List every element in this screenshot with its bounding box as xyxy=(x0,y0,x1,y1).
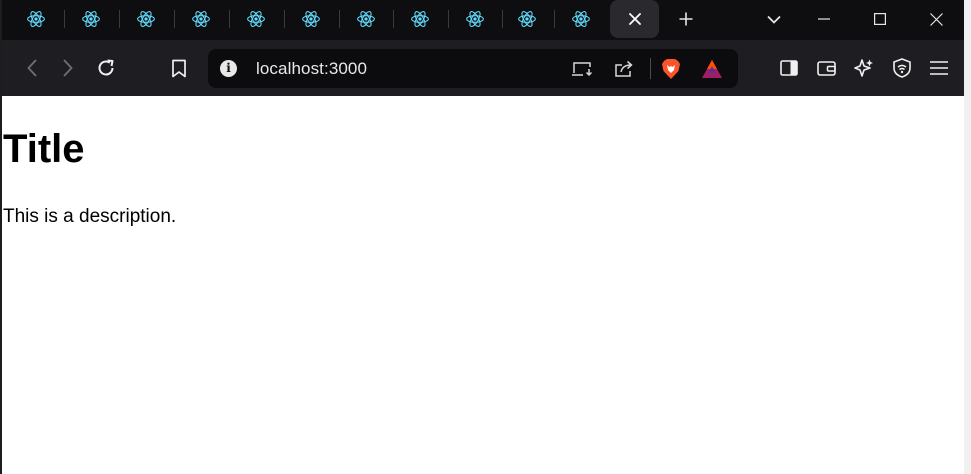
leo-ai-icon xyxy=(854,58,874,78)
tab-2[interactable] xyxy=(79,7,103,31)
react-atom-icon xyxy=(26,9,46,29)
brave-rewards-button[interactable] xyxy=(700,57,724,81)
close-icon xyxy=(929,12,943,26)
react-atom-icon xyxy=(136,9,156,29)
tab-separator xyxy=(174,10,175,28)
tab-separator xyxy=(339,10,340,28)
tab-strip xyxy=(2,0,966,40)
tab-search-button[interactable] xyxy=(754,0,794,38)
background-window-edge xyxy=(964,0,971,474)
tab-10[interactable] xyxy=(515,7,539,31)
menu-icon xyxy=(930,61,948,75)
page-description: This is a description. xyxy=(3,206,177,227)
close-window-button[interactable] xyxy=(916,0,956,38)
tab-3[interactable] xyxy=(134,7,158,31)
brave-shields-button[interactable] xyxy=(659,57,683,81)
cast-icon xyxy=(572,61,594,77)
tab-separator xyxy=(448,10,449,28)
tab-6[interactable] xyxy=(299,7,323,31)
tab-separator xyxy=(502,10,503,28)
react-atom-icon xyxy=(301,9,321,29)
sidebar-button[interactable] xyxy=(772,51,806,85)
bookmark-icon xyxy=(172,59,186,78)
address-bar[interactable]: i localhost:3000 xyxy=(208,49,738,88)
wallet-button[interactable] xyxy=(809,51,843,85)
page-title: Title xyxy=(3,127,85,171)
wallet-icon xyxy=(816,60,836,76)
minimize-button[interactable] xyxy=(804,0,844,38)
tab-separator xyxy=(64,10,65,28)
tab-9[interactable] xyxy=(463,7,487,31)
tab-7[interactable] xyxy=(354,7,378,31)
back-arrow-icon xyxy=(27,59,37,77)
tab-separator xyxy=(554,10,555,28)
tab-11[interactable] xyxy=(569,7,593,31)
react-atom-icon xyxy=(81,9,101,29)
reload-icon xyxy=(96,58,116,78)
tab-separator xyxy=(119,10,120,28)
active-tab[interactable] xyxy=(610,0,659,38)
tab-separator xyxy=(229,10,230,28)
site-info-icon[interactable]: i xyxy=(220,60,237,77)
leo-ai-button[interactable] xyxy=(847,51,881,85)
cast-button[interactable] xyxy=(571,57,595,81)
page-content: Title This is a description. xyxy=(2,96,964,474)
share-icon xyxy=(614,60,634,78)
close-icon[interactable] xyxy=(628,13,641,25)
forward-arrow-icon xyxy=(63,59,73,77)
plus-icon xyxy=(679,12,693,26)
browser-window: i localhost:3000 Title This is a descrip… xyxy=(0,0,966,474)
brave-lion-icon xyxy=(661,58,681,80)
maximize-icon xyxy=(874,13,886,25)
tab-8[interactable] xyxy=(408,7,432,31)
tab-separator xyxy=(393,10,394,28)
forward-button[interactable] xyxy=(51,51,85,85)
toolbar: i localhost:3000 xyxy=(2,40,966,96)
maximize-button[interactable] xyxy=(860,0,900,38)
tab-separator xyxy=(284,10,285,28)
minimize-icon xyxy=(818,18,830,20)
omnibox-separator xyxy=(650,58,651,79)
url-text[interactable]: localhost:3000 xyxy=(256,58,367,79)
react-atom-icon xyxy=(571,9,591,29)
back-button[interactable] xyxy=(15,51,49,85)
tab-1[interactable] xyxy=(24,7,48,31)
tab-4[interactable] xyxy=(189,7,213,31)
react-atom-icon xyxy=(246,9,266,29)
share-button[interactable] xyxy=(612,57,636,81)
react-atom-icon xyxy=(356,9,376,29)
vpn-shield-icon xyxy=(893,58,911,78)
chevron-down-icon xyxy=(767,15,781,24)
react-atom-icon xyxy=(191,9,211,29)
react-atom-icon xyxy=(410,9,430,29)
sidebar-icon xyxy=(780,60,798,76)
react-atom-icon xyxy=(465,9,485,29)
vpn-button[interactable] xyxy=(885,51,919,85)
bookmark-button[interactable] xyxy=(162,51,196,85)
new-tab-button[interactable] xyxy=(666,0,706,38)
bat-triangle-icon xyxy=(701,59,723,79)
reload-button[interactable] xyxy=(89,51,123,85)
main-menu-button[interactable] xyxy=(922,51,956,85)
tab-5[interactable] xyxy=(244,7,268,31)
react-atom-icon xyxy=(517,9,537,29)
